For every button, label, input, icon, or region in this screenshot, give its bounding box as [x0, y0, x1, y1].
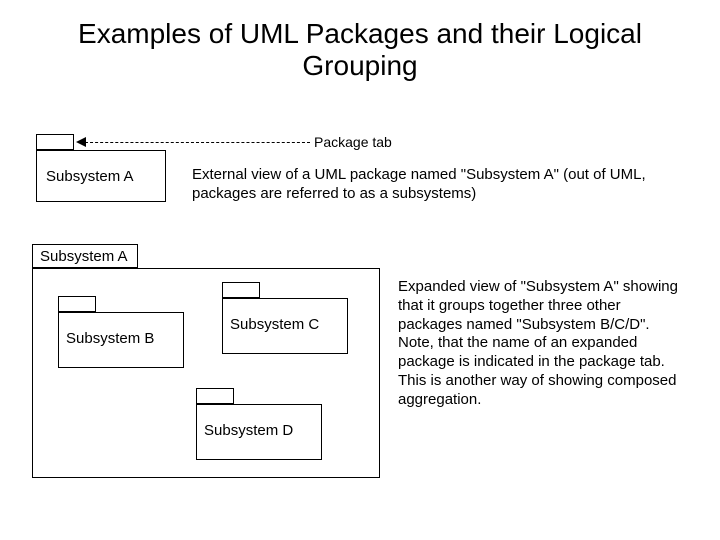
leader-line: [85, 142, 310, 143]
expanded-view-text: Expanded view of "Subsystem A" showing t…: [398, 278, 688, 409]
small-package-name: Subsystem A: [46, 168, 134, 187]
large-package-name: Subsystem A: [40, 248, 128, 267]
package-b-tab: [58, 296, 96, 312]
package-b-name: Subsystem B: [66, 330, 154, 349]
external-view-text: External view of a UML package named "Su…: [192, 166, 662, 204]
package-d-tab: [196, 388, 234, 404]
package-d-name: Subsystem D: [204, 422, 293, 441]
package-c-tab: [222, 282, 260, 298]
diagram-canvas: Package tab Subsystem A External view of…: [0, 0, 720, 540]
package-c-name: Subsystem C: [230, 316, 319, 335]
arrowhead-icon: [76, 137, 86, 147]
package-tab-label: Package tab: [314, 134, 392, 152]
small-package-tab: [36, 134, 74, 150]
